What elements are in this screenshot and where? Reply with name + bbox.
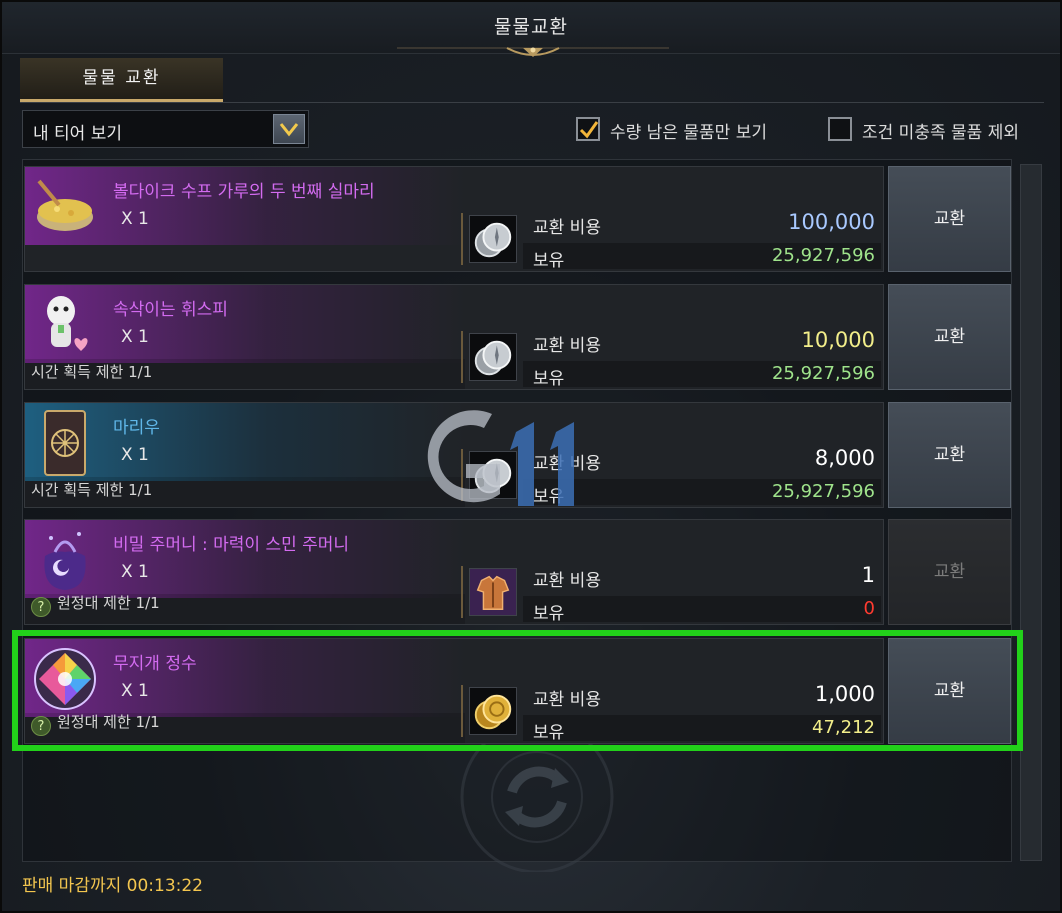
ghost-doll-icon xyxy=(47,296,88,351)
item-name: 속삭이는 휘스피 xyxy=(113,300,228,320)
silver-coin-icon xyxy=(469,333,517,381)
tier-filter-value: 내 티어 보기 xyxy=(33,124,123,144)
tab-barter-label: 물물 교환 xyxy=(82,68,161,88)
owned-value: 25,927,596 xyxy=(771,363,875,384)
window-title: 물물교환 xyxy=(494,16,568,38)
exchange-button-label: 교환 xyxy=(933,562,966,582)
chevron-down-icon[interactable] xyxy=(273,114,305,144)
checkbox-box[interactable] xyxy=(576,117,600,141)
question-icon[interactable]: ? xyxy=(31,597,51,617)
remaining-only-checkbox[interactable]: 수량 남은 물품만 보기 xyxy=(576,115,796,143)
armor-icon xyxy=(469,568,517,616)
acquire-limit: 시간 획득 제한 1/1 xyxy=(31,481,153,499)
divider xyxy=(461,566,463,618)
owned-value: 0 xyxy=(863,598,875,619)
magic-pouch-icon xyxy=(44,532,86,590)
owned-value: 25,927,596 xyxy=(771,245,875,266)
limit-text: 원정대 제한 1/1 xyxy=(57,594,160,612)
remaining-only-label: 수량 남은 물품만 보기 xyxy=(610,123,767,143)
cost-value: 8,000 xyxy=(814,446,875,470)
list-item: 속삭이는 휘스피 X 1 시간 획득 제한 1/1 교환 비용 10,000 보… xyxy=(24,284,884,390)
cost-value: 10,000 xyxy=(801,328,875,352)
owned-bar xyxy=(523,596,881,622)
cost-value: 100,000 xyxy=(788,210,875,234)
owned-label: 보유 xyxy=(533,604,565,624)
selection-highlight xyxy=(12,630,1023,751)
exclude-unmet-checkbox[interactable]: 조건 미충족 물품 제외 xyxy=(828,115,1044,143)
tab-divider xyxy=(20,102,1044,103)
exchange-button[interactable]: 교환 xyxy=(888,402,1011,508)
item-quantity: X 1 xyxy=(121,327,149,347)
exchange-button-label: 교환 xyxy=(933,327,966,347)
acquire-limit: ? 원정대 제한 1/1 xyxy=(31,592,160,617)
title-bar: 물물교환 xyxy=(2,2,1060,57)
item-name: 비밀 주머니 : 마력이 스민 주머니 xyxy=(113,535,350,555)
owned-label: 보유 xyxy=(533,369,565,389)
cost-label: 교환 비용 xyxy=(533,218,601,238)
cost-label: 교환 비용 xyxy=(533,571,601,591)
divider xyxy=(461,213,463,265)
cost-label: 교환 비용 xyxy=(533,336,601,356)
exchange-button-disabled: 교환 xyxy=(888,519,1011,625)
checkmark-icon xyxy=(579,121,599,139)
item-name: 볼다이크 수프 가루의 두 번째 실마리 xyxy=(113,182,375,202)
list-item: 볼다이크 수프 가루의 두 번째 실마리 X 1 교환 비용 100,000 보… xyxy=(24,166,884,272)
barter-window: 물물교환 물물 교환 내 티어 보기 수량 남은 물품만 보기 조건 미충족 물… xyxy=(0,0,1062,913)
scrollbar[interactable] xyxy=(1020,164,1042,861)
sale-deadline-timer: 판매 마감까지 00:13:22 xyxy=(22,876,203,896)
tab-barter[interactable]: 물물 교환 xyxy=(20,58,223,102)
exchange-button-label: 교환 xyxy=(933,209,966,229)
cost-value: 1 xyxy=(861,563,875,587)
exchange-button[interactable]: 교환 xyxy=(888,284,1011,390)
divider xyxy=(461,331,463,383)
tier-filter-dropdown[interactable]: 내 티어 보기 xyxy=(22,110,309,148)
exchange-button-label: 교환 xyxy=(933,445,966,465)
item-name: 마리우 xyxy=(113,418,160,438)
owned-value: 25,927,596 xyxy=(771,481,875,502)
exchange-button[interactable]: 교환 xyxy=(888,166,1011,272)
silver-coin-icon xyxy=(469,215,517,263)
item-quantity: X 1 xyxy=(121,209,149,229)
owned-label: 보유 xyxy=(533,251,565,271)
card-icon xyxy=(44,410,86,476)
acquire-limit: 시간 획득 제한 1/1 xyxy=(31,363,153,381)
list-item: 비밀 주머니 : 마력이 스민 주머니 X 1 ? 원정대 제한 1/1 교환 비… xyxy=(24,519,884,625)
g11-watermark-logo xyxy=(427,410,574,506)
checkbox-box[interactable] xyxy=(828,117,852,141)
item-quantity: X 1 xyxy=(121,562,149,582)
item-quantity: X 1 xyxy=(121,445,149,465)
title-ornament-icon xyxy=(397,47,669,57)
exclude-unmet-label: 조건 미충족 물품 제외 xyxy=(862,123,1019,143)
soup-bowl-icon xyxy=(37,179,93,231)
